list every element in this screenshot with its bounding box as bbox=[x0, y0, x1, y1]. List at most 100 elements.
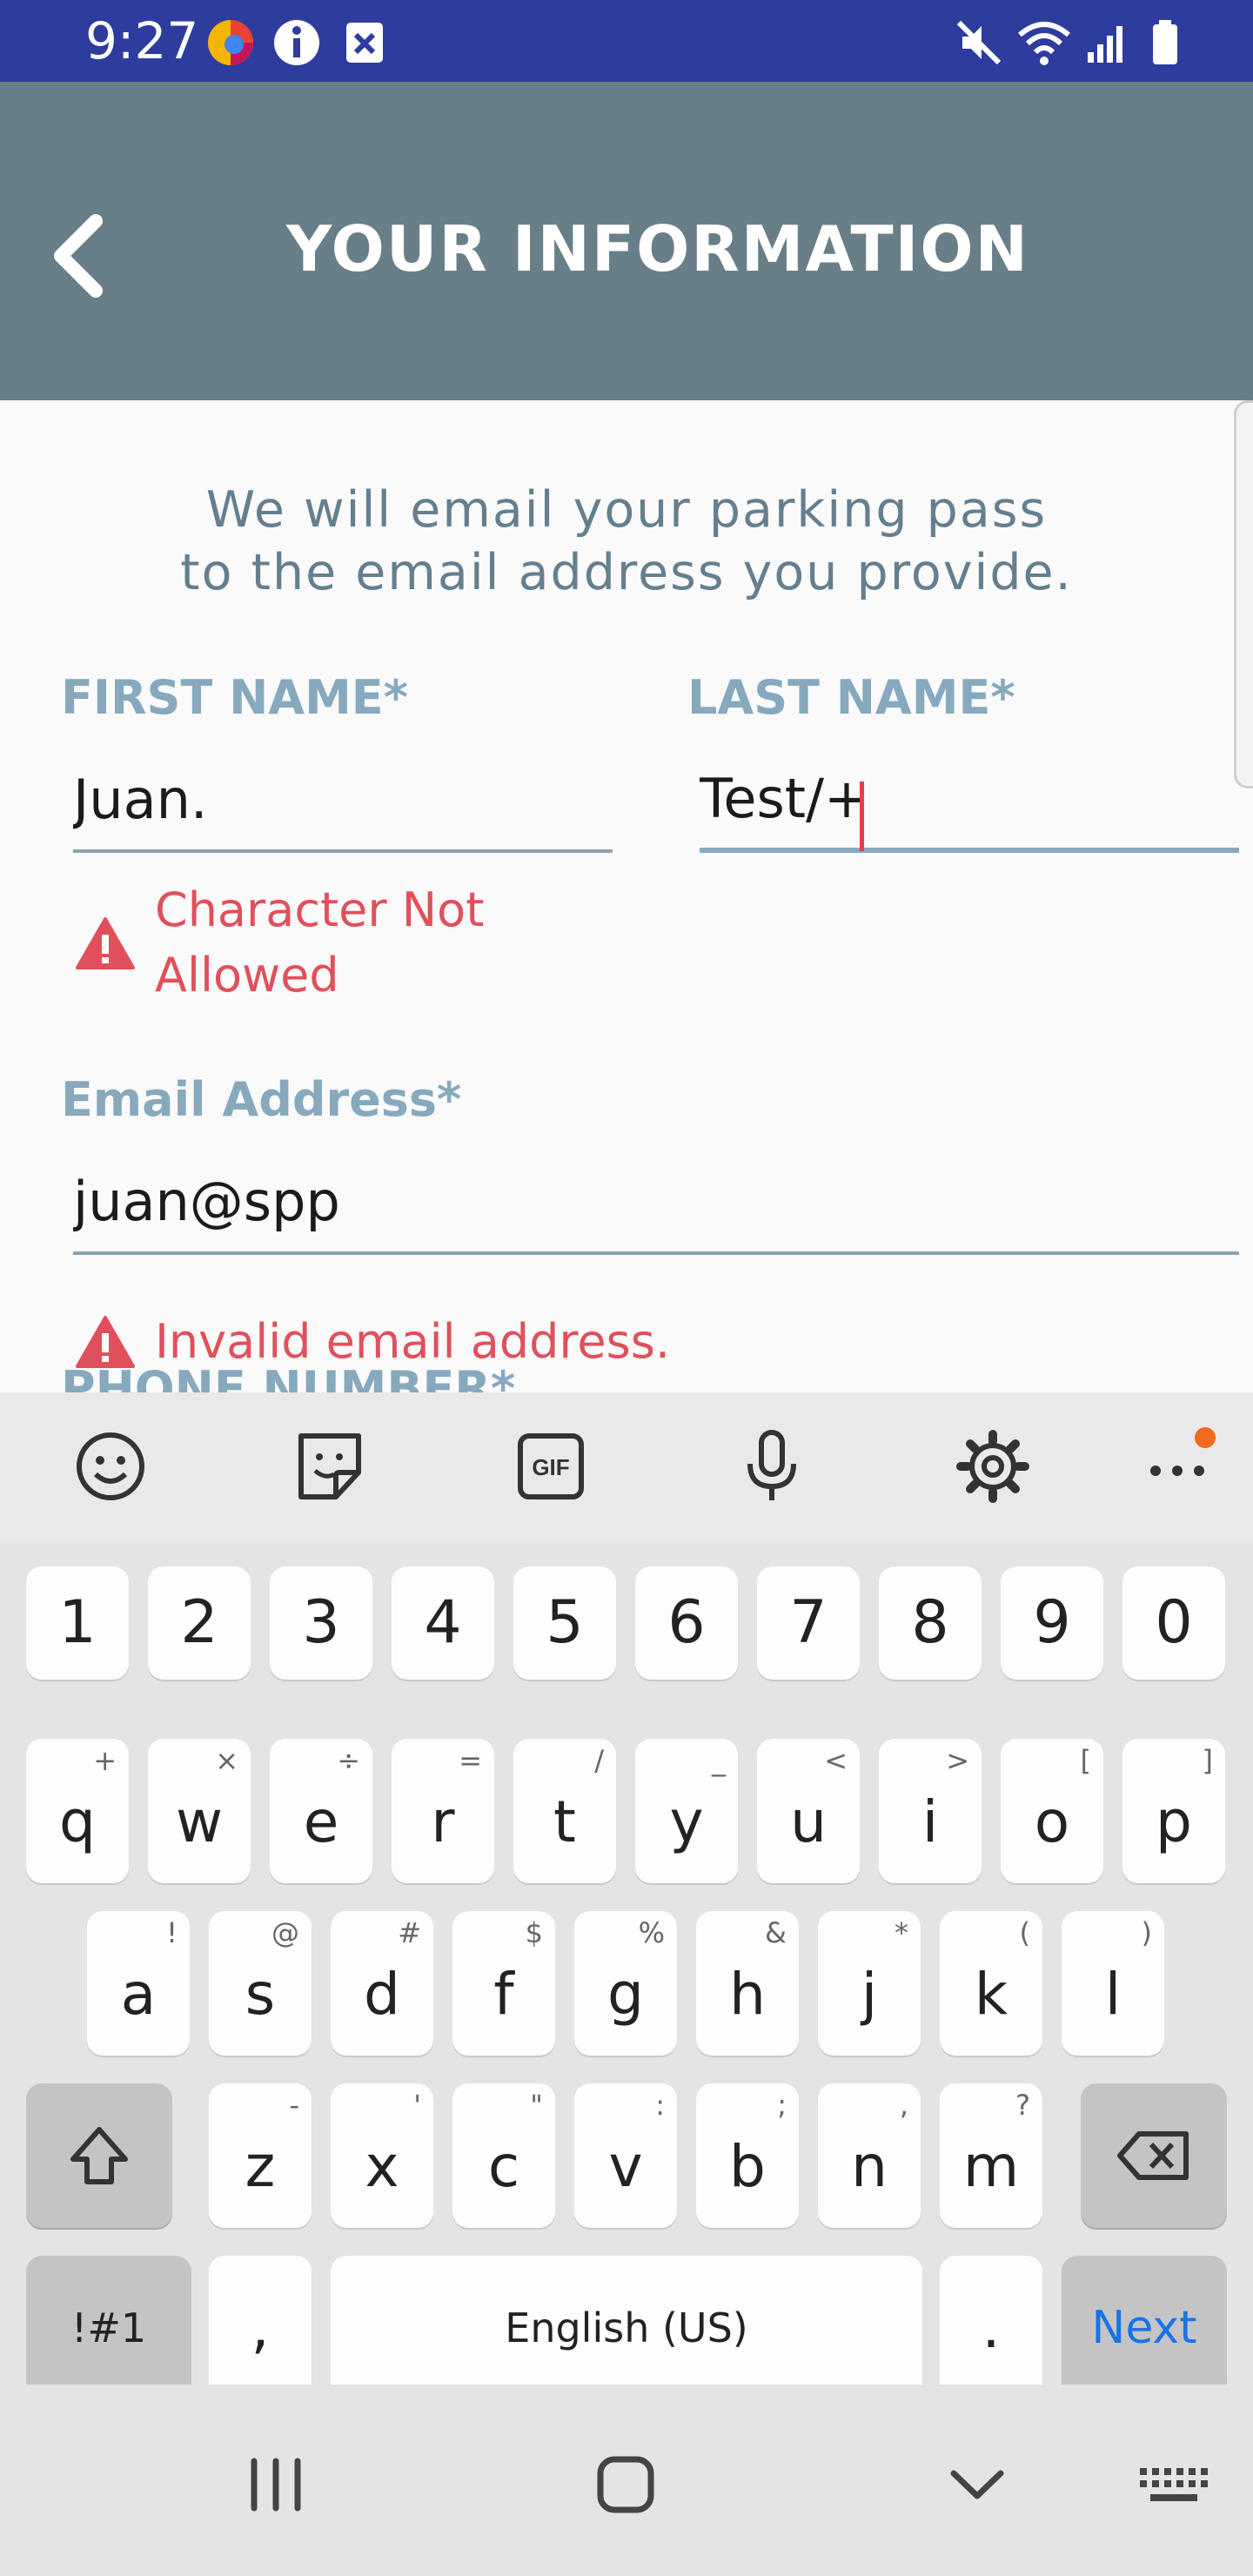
key-z[interactable]: z- bbox=[209, 2083, 312, 2228]
intro-text: We will email your parking pass to the e… bbox=[104, 479, 1149, 604]
gif-label: GIF bbox=[532, 1454, 569, 1480]
key-label: i bbox=[921, 1788, 939, 1855]
mute-icon bbox=[956, 20, 1002, 65]
home-icon[interactable] bbox=[578, 2437, 673, 2532]
key-label: x bbox=[365, 2133, 399, 2200]
backspace-key[interactable] bbox=[1081, 2083, 1227, 2228]
key-2[interactable]: 2 bbox=[148, 1566, 251, 1680]
key-label: l bbox=[1104, 1961, 1122, 2028]
sticker-icon[interactable] bbox=[291, 1427, 369, 1506]
last-name-field[interactable] bbox=[700, 748, 1239, 853]
key-secondary-label: : bbox=[655, 2089, 665, 2122]
key-l[interactable]: l) bbox=[1062, 1911, 1164, 2056]
key-secondary-label: ] bbox=[1202, 1744, 1213, 1777]
key-t[interactable]: t / bbox=[513, 1739, 616, 1883]
key-f[interactable]: f $ bbox=[452, 1911, 555, 2056]
key-1[interactable]: 1 bbox=[26, 1566, 129, 1680]
key-x[interactable]: x ' bbox=[331, 2083, 433, 2228]
key-n[interactable]: n, bbox=[818, 2083, 921, 2228]
key-label: c bbox=[487, 2133, 520, 2200]
key-o[interactable]: o[ bbox=[1001, 1739, 1103, 1883]
key-label: q bbox=[59, 1788, 96, 1855]
key-0[interactable]: 0 bbox=[1122, 1566, 1225, 1680]
shift-key[interactable] bbox=[26, 2083, 172, 2228]
key-secondary-label: $ bbox=[525, 1916, 543, 1949]
key-s[interactable]: s @ bbox=[209, 1911, 312, 2056]
comma-key[interactable]: , bbox=[209, 2256, 312, 2400]
key-label: English (US) bbox=[505, 2304, 748, 2351]
key-a[interactable]: a! bbox=[87, 1911, 190, 2056]
key-secondary-label: ) bbox=[1141, 1916, 1152, 1949]
key-v[interactable]: v: bbox=[574, 2083, 677, 2228]
key-g[interactable]: g% bbox=[574, 1911, 677, 2056]
key-p[interactable]: p] bbox=[1122, 1739, 1225, 1883]
keyboard-switch-icon[interactable] bbox=[1124, 2437, 1220, 2532]
page-title: YOUR INFORMATION bbox=[286, 212, 1029, 285]
key-7[interactable]: 7 bbox=[757, 1566, 860, 1680]
key-8[interactable]: 8 bbox=[879, 1566, 982, 1680]
last-name-input[interactable] bbox=[700, 748, 1239, 848]
key-secondary-label: ÷ bbox=[337, 1744, 360, 1777]
key-label: t bbox=[553, 1788, 576, 1855]
key-5[interactable]: 5 bbox=[513, 1566, 616, 1680]
recents-icon[interactable] bbox=[228, 2437, 324, 2532]
key-4[interactable]: 4 bbox=[392, 1566, 494, 1680]
key-label: 3 bbox=[302, 1588, 340, 1657]
hide-keyboard-icon[interactable] bbox=[929, 2437, 1025, 2532]
key-secondary-label: @ bbox=[271, 1916, 299, 1949]
key-label: v bbox=[608, 2133, 643, 2200]
first-name-field[interactable] bbox=[73, 748, 613, 853]
key-q[interactable]: q + bbox=[26, 1739, 129, 1883]
email-field[interactable] bbox=[73, 1150, 1239, 1255]
microphone-icon[interactable] bbox=[733, 1427, 811, 1506]
gif-icon[interactable]: GIF bbox=[512, 1427, 590, 1506]
key-label: o bbox=[1034, 1788, 1070, 1855]
key-secondary-label: ' bbox=[413, 2089, 421, 2122]
key-label: !#1 bbox=[70, 2304, 147, 2351]
notification-dot bbox=[1195, 1427, 1216, 1448]
key-w[interactable]: w × bbox=[148, 1739, 251, 1883]
key-r[interactable]: r = bbox=[392, 1739, 494, 1883]
navigation-bar bbox=[0, 2385, 1253, 2576]
key-u[interactable]: u < bbox=[757, 1739, 860, 1883]
key-e[interactable]: e ÷ bbox=[270, 1739, 372, 1883]
space-bar[interactable]: English (US) bbox=[331, 2256, 922, 2400]
key-label: 2 bbox=[180, 1588, 218, 1657]
key-c[interactable]: c " bbox=[452, 2083, 555, 2228]
key-m[interactable]: m? bbox=[940, 2083, 1042, 2228]
key-d[interactable]: d # bbox=[331, 1911, 433, 2056]
emoji-icon[interactable] bbox=[71, 1427, 150, 1506]
symbols-key[interactable]: !#1 bbox=[26, 2256, 191, 2400]
warning-icon bbox=[76, 917, 135, 969]
key-k[interactable]: k( bbox=[940, 1911, 1042, 2056]
key-3[interactable]: 3 bbox=[270, 1566, 372, 1680]
next-key[interactable]: Next bbox=[1062, 2256, 1227, 2400]
key-label: m bbox=[962, 2133, 1020, 2200]
first-name-input[interactable] bbox=[73, 748, 613, 849]
key-b[interactable]: b; bbox=[696, 2083, 799, 2228]
scroll-indicator bbox=[1234, 400, 1253, 788]
settings-icon[interactable] bbox=[954, 1427, 1032, 1506]
key-label: w bbox=[176, 1788, 223, 1855]
key-6[interactable]: 6 bbox=[635, 1566, 738, 1680]
key-j[interactable]: j * bbox=[818, 1911, 921, 2056]
signal-icon bbox=[1088, 26, 1122, 63]
key-y[interactable]: y _ bbox=[635, 1739, 738, 1883]
period-key[interactable]: . bbox=[940, 2256, 1042, 2400]
key-label: 7 bbox=[789, 1588, 828, 1657]
key-secondary-label: % bbox=[638, 1916, 665, 1949]
key-label: 5 bbox=[546, 1588, 584, 1657]
key-secondary-label: & bbox=[765, 1916, 787, 1949]
first-name-label: FIRST NAME* bbox=[61, 670, 408, 725]
key-label: . bbox=[982, 2294, 1001, 2361]
key-secondary-label: > bbox=[946, 1744, 969, 1777]
key-i[interactable]: i > bbox=[879, 1739, 982, 1883]
email-input[interactable] bbox=[73, 1150, 1239, 1251]
shift-icon bbox=[70, 2127, 128, 2184]
key-9[interactable]: 9 bbox=[1001, 1566, 1103, 1680]
key-h[interactable]: h & bbox=[696, 1911, 799, 2056]
info-icon bbox=[274, 20, 319, 65]
key-secondary-label: ( bbox=[1019, 1916, 1030, 1949]
key-label: f bbox=[493, 1961, 514, 2028]
key-secondary-label: ? bbox=[1015, 2089, 1030, 2122]
